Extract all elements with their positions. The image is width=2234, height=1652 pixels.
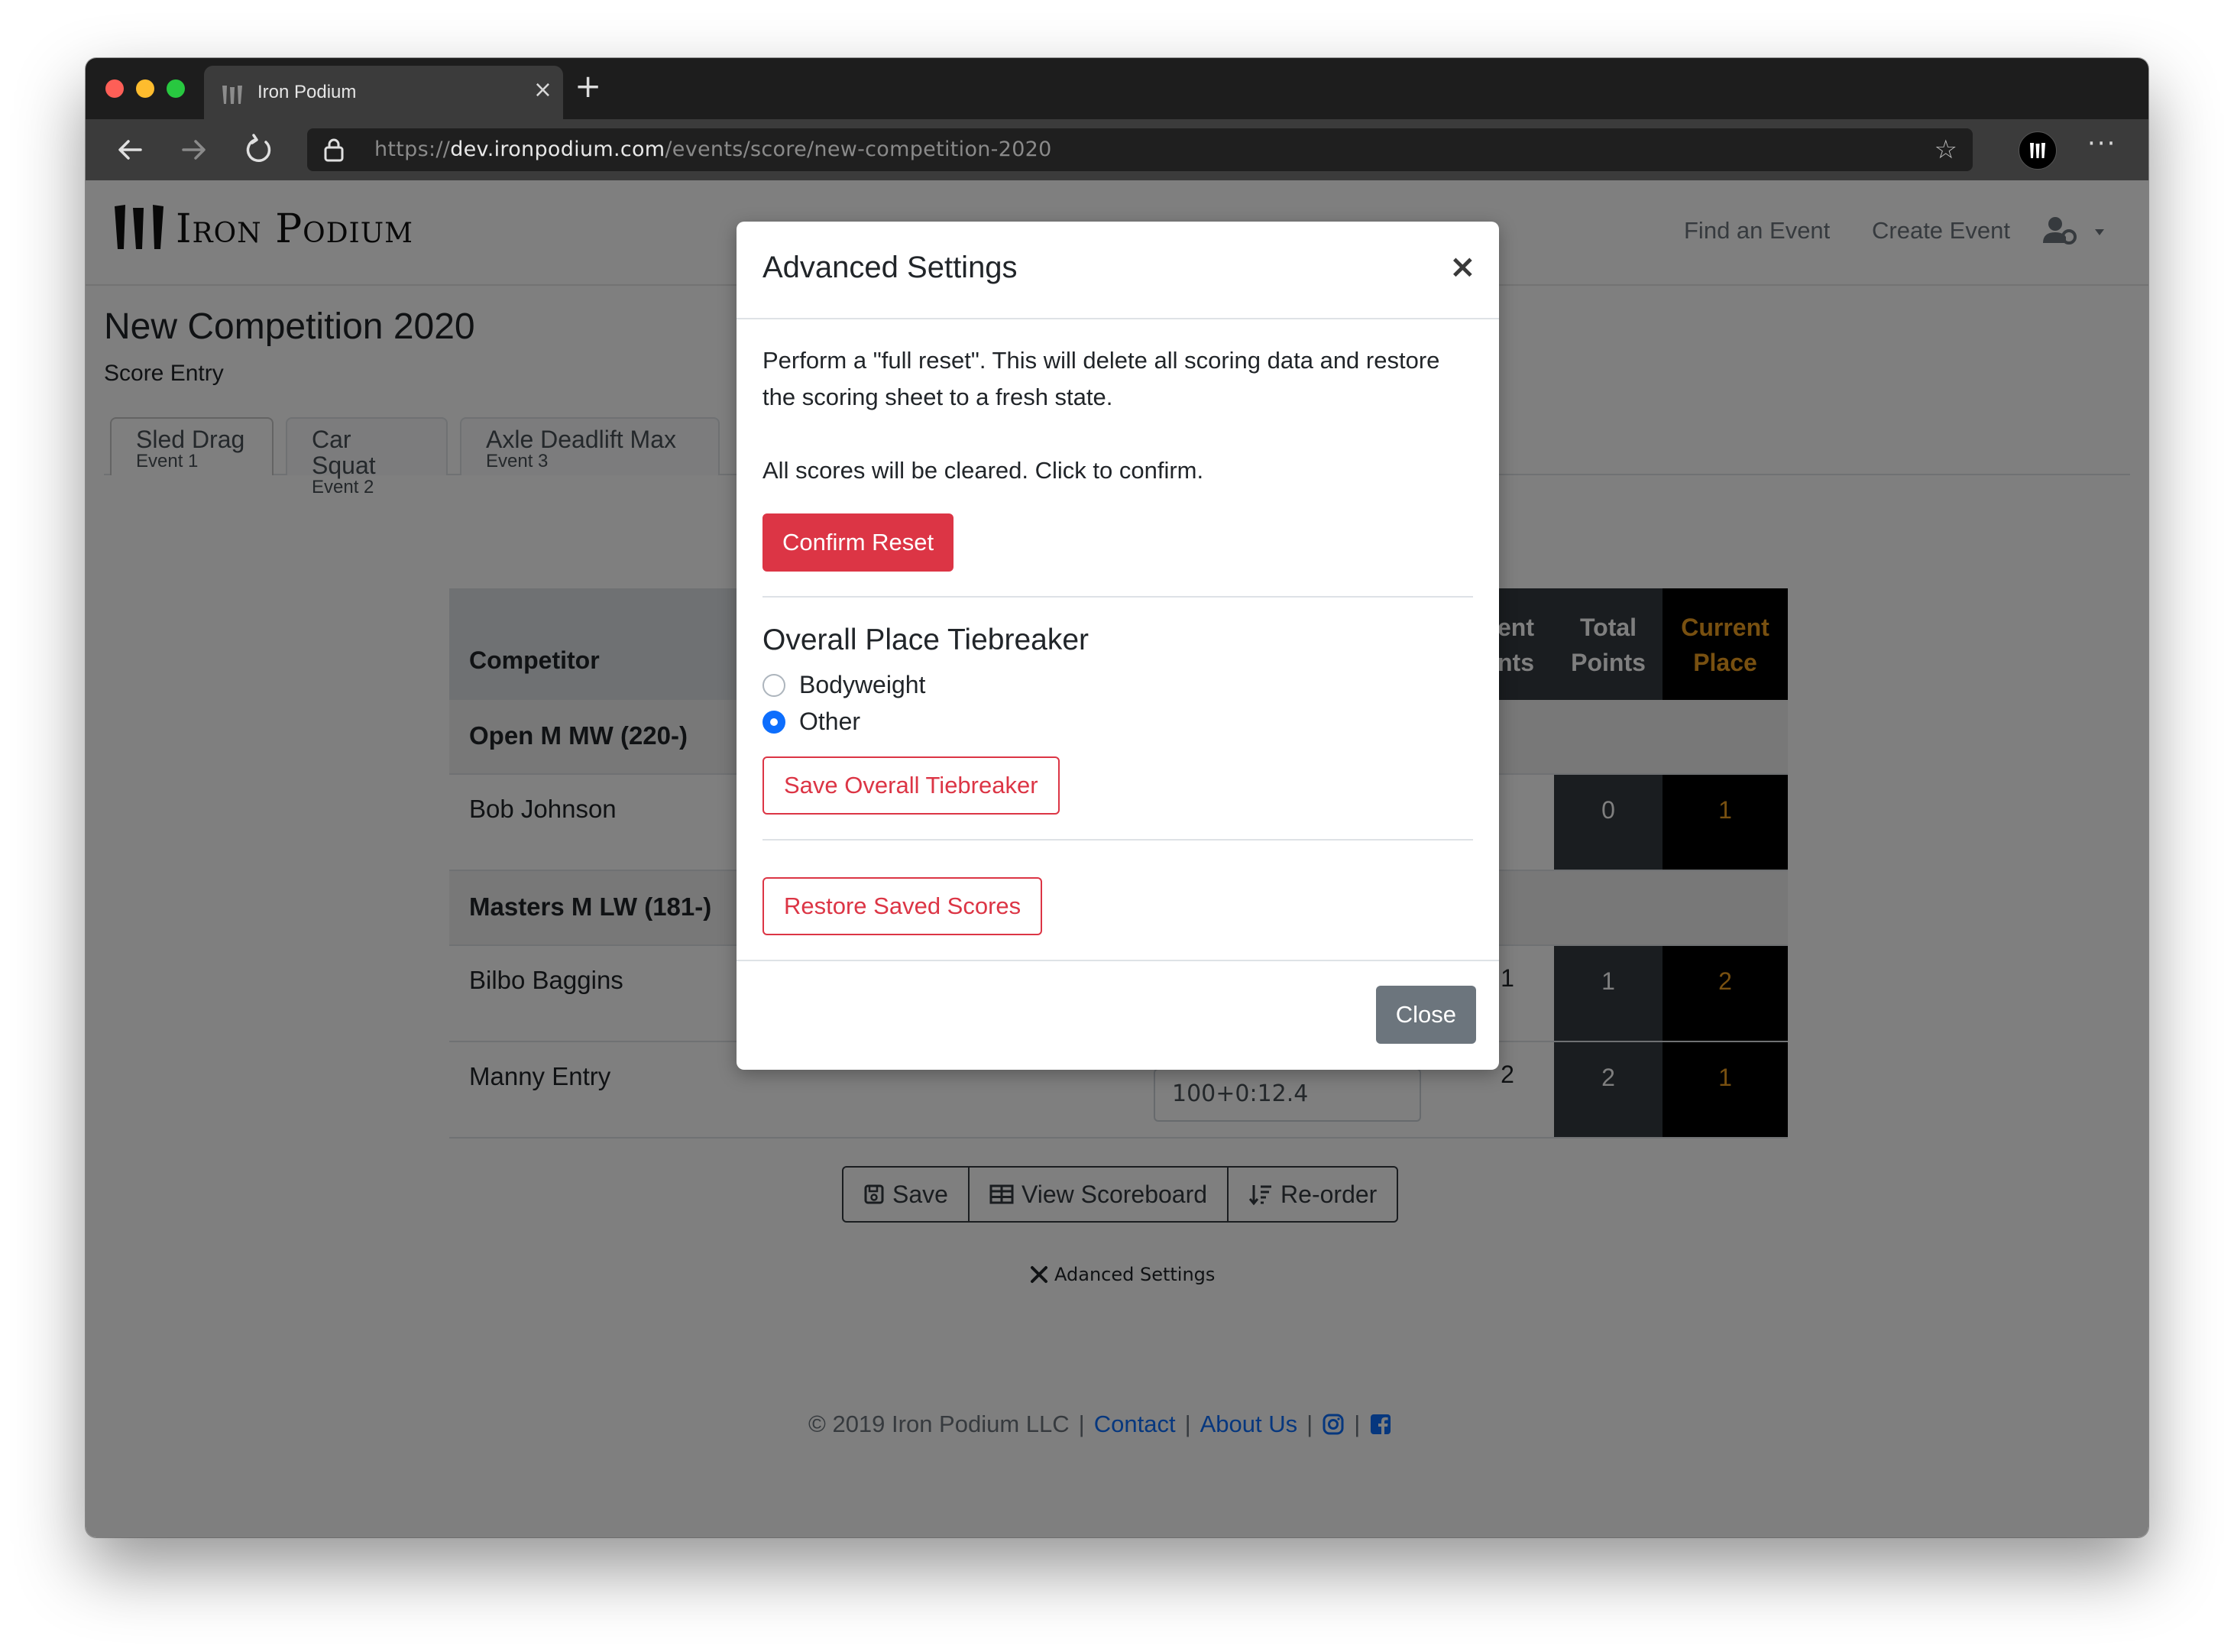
lock-icon bbox=[324, 138, 344, 162]
modal-title: Advanced Settings bbox=[762, 251, 1018, 284]
close-button[interactable]: Close bbox=[1375, 986, 1476, 1044]
browser-titlebar: Iron Podium × + bbox=[86, 58, 2148, 119]
tab-close-icon[interactable]: × bbox=[533, 79, 552, 102]
browser-tab-title: Iron Podium bbox=[257, 82, 357, 102]
bookmark-star-icon[interactable]: ☆ bbox=[1935, 134, 1957, 165]
address-bar[interactable]: https://dev.ironpodium.com/events/score/… bbox=[307, 128, 1973, 171]
browser-toolbar: https://dev.ironpodium.com/events/score/… bbox=[86, 119, 2148, 180]
window-close-button[interactable] bbox=[105, 79, 124, 98]
browser-tab[interactable]: Iron Podium × bbox=[204, 66, 563, 119]
reset-confirm-text: All scores will be cleared. Click to con… bbox=[762, 457, 1204, 484]
window-minimize-button[interactable] bbox=[136, 79, 154, 98]
page-viewport: Iron Podium Find an Event Create Event N… bbox=[86, 180, 2148, 1537]
modal-divider bbox=[762, 839, 1473, 841]
more-menu-icon[interactable]: ··· bbox=[2087, 128, 2116, 159]
back-icon[interactable] bbox=[112, 131, 148, 168]
reload-icon[interactable] bbox=[240, 131, 277, 168]
modal-divider bbox=[762, 596, 1473, 598]
url-text[interactable]: https://dev.ironpodium.com/events/score/… bbox=[374, 138, 1052, 161]
modal-footer: Close bbox=[737, 960, 1499, 1071]
reset-description: Perform a "full reset". This will delete… bbox=[762, 347, 1440, 410]
window-maximize-button[interactable] bbox=[167, 79, 185, 98]
iron-podium-extension-icon[interactable] bbox=[2019, 131, 2057, 170]
confirm-reset-button[interactable]: Confirm Reset bbox=[762, 513, 954, 572]
forward-icon[interactable] bbox=[176, 131, 212, 168]
radio-checked-icon[interactable] bbox=[762, 710, 785, 734]
radio-unchecked-icon[interactable] bbox=[762, 673, 785, 697]
radio-bodyweight[interactable]: Bodyweight bbox=[762, 671, 925, 699]
radio-other[interactable]: Other bbox=[762, 708, 860, 736]
new-tab-icon[interactable]: + bbox=[575, 70, 601, 102]
advanced-settings-modal: Advanced Settings × Perform a "full rese… bbox=[737, 222, 1499, 1070]
modal-header: Advanced Settings × bbox=[737, 222, 1499, 319]
restore-saved-scores-button[interactable]: Restore Saved Scores bbox=[762, 877, 1043, 935]
browser-window: Iron Podium × + https://dev.ironpodium.c… bbox=[86, 58, 2148, 1537]
iron-podium-favicon-icon bbox=[222, 86, 242, 104]
tiebreaker-heading: Overall Place Tiebreaker bbox=[762, 624, 1089, 656]
save-tiebreaker-button[interactable]: Save Overall Tiebreaker bbox=[762, 756, 1060, 815]
modal-close-icon[interactable]: × bbox=[1449, 248, 1476, 285]
